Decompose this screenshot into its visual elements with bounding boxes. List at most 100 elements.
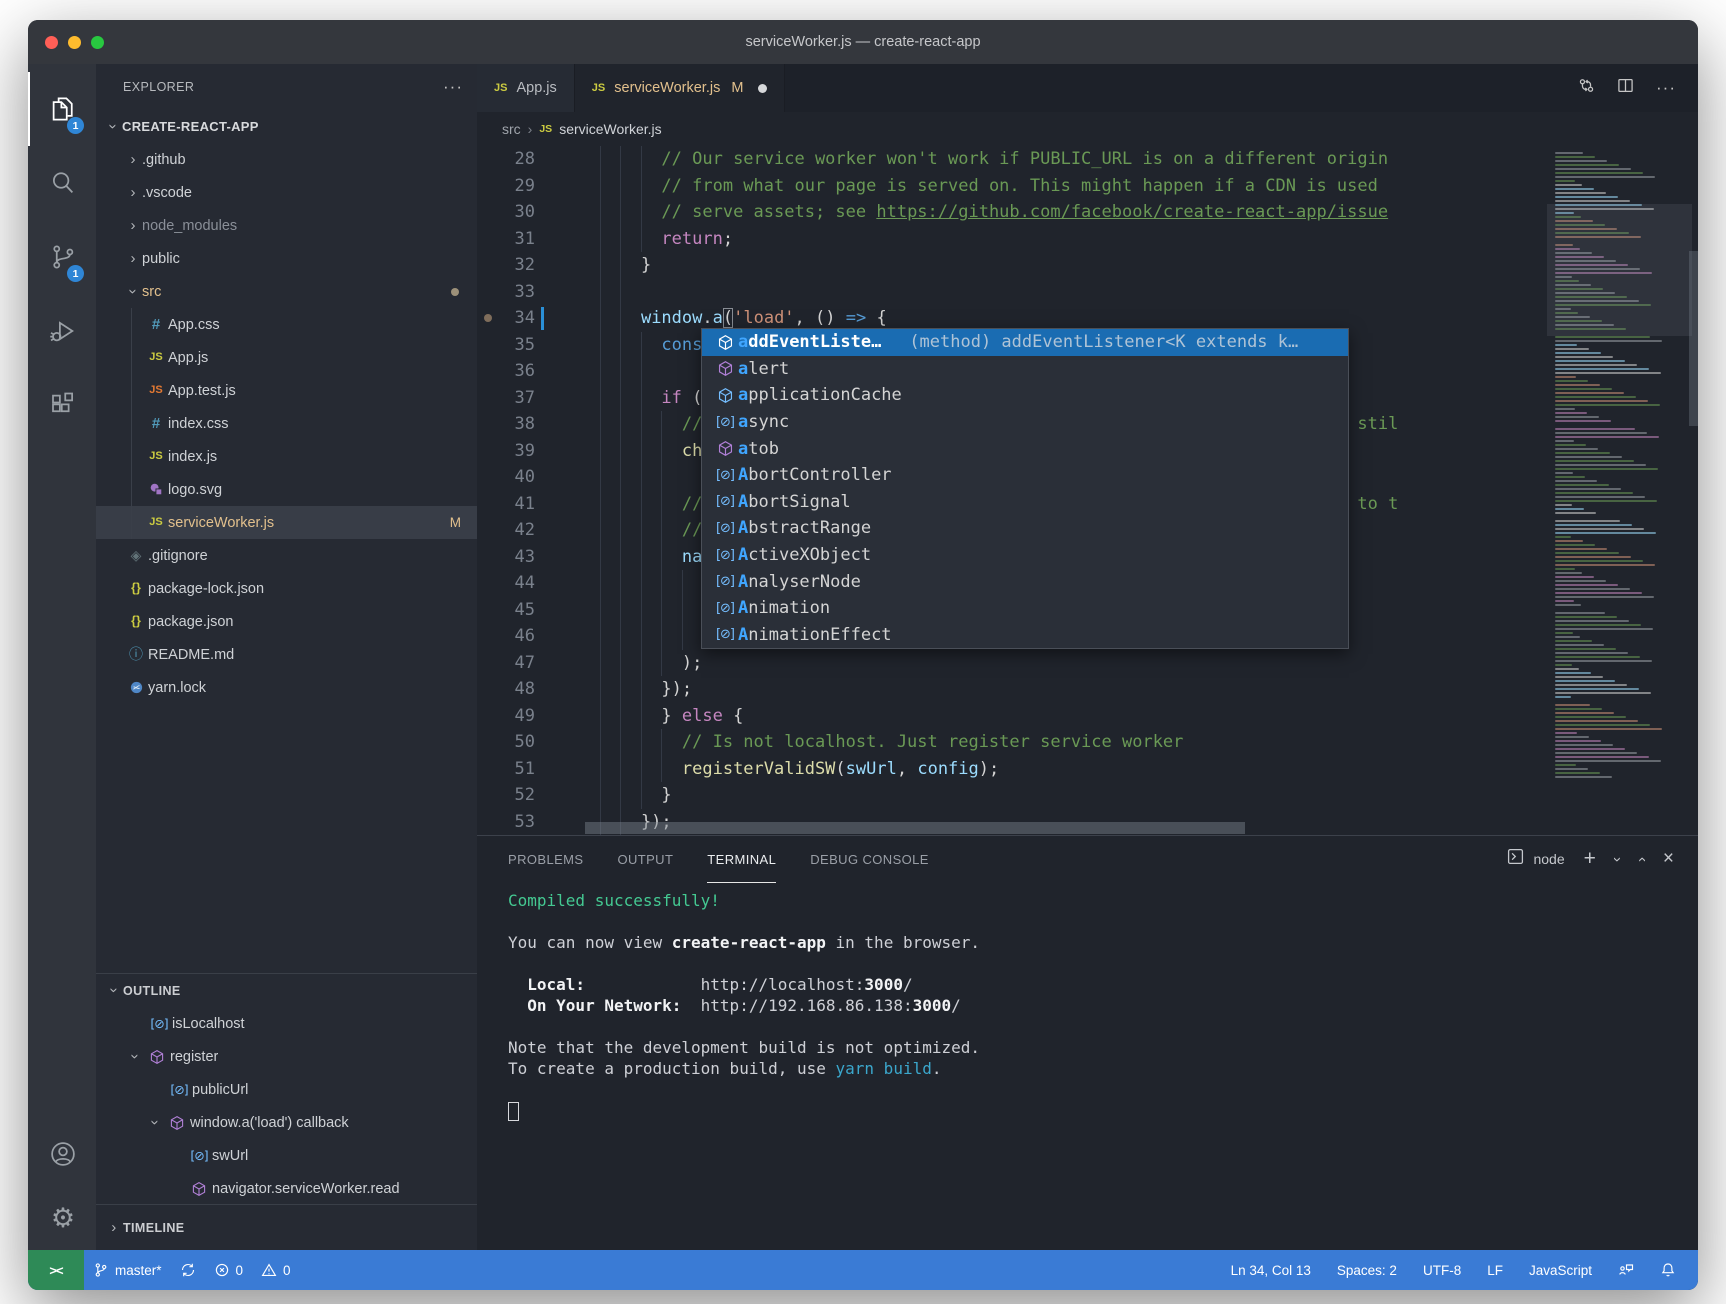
tree-item-index.css[interactable]: #index.css [96, 407, 477, 440]
autocomplete-popup[interactable]: addEventListe…(method) addEventListener<… [701, 328, 1349, 649]
css-file-icon: # [144, 317, 168, 332]
open-changes-button[interactable] [1578, 77, 1595, 99]
outline-item-navigator.serviceWorker.read[interactable]: navigator.serviceWorker.read [96, 1172, 477, 1204]
status-label: JavaScript [1529, 1263, 1592, 1278]
tree-item-public[interactable]: ›public [96, 242, 477, 275]
line-number: 33 [493, 279, 535, 306]
tree-item-index.js[interactable]: JSindex.js [96, 440, 477, 473]
outline-item-publicUrl[interactable]: [⊘]publicUrl [96, 1073, 477, 1106]
close-window-button[interactable] [45, 36, 58, 49]
activity-settings-button[interactable]: ⚙ [28, 1186, 96, 1250]
status-0-item[interactable]: 0 [205, 1250, 253, 1290]
status-0-item[interactable]: 0 [252, 1250, 300, 1290]
outline-item-register[interactable]: ›register [96, 1040, 477, 1073]
indent-guide [682, 623, 683, 650]
tab-serviceWorker.js[interactable]: JSserviceWorker.jsM [575, 64, 786, 112]
close-panel-button[interactable]: × [1663, 848, 1674, 870]
terminal-shell-name[interactable]: node [1533, 851, 1564, 867]
status-master-item[interactable]: master* [84, 1250, 171, 1290]
status-ln-34--col-13-item[interactable]: Ln 34, Col 13 [1223, 1250, 1319, 1290]
title-bar[interactable]: serviceWorker.js — create-react-app [28, 20, 1698, 64]
breadcrumb-item[interactable]: serviceWorker.js [559, 121, 661, 137]
status-lf-item[interactable]: LF [1479, 1250, 1511, 1290]
tree-item-package-lock.json[interactable]: {}package-lock.json [96, 572, 477, 605]
tree-item-src[interactable]: ›src [96, 275, 477, 308]
function-symbol-icon [186, 1181, 212, 1197]
suggestion-alert[interactable]: alert [702, 356, 1348, 383]
panel-tab-terminal[interactable]: TERMINAL [707, 836, 776, 883]
tree-item-yarn.lock[interactable]: yarn.lock [96, 671, 477, 704]
method-symbol-icon [712, 360, 738, 377]
tree-item-.gitignore[interactable]: ◈.gitignore [96, 539, 477, 572]
tree-item-serviceWorker.js[interactable]: JSserviceWorker.jsM [96, 506, 477, 539]
tree-item-App.css[interactable]: #App.css [96, 308, 477, 341]
suggestion-addEventListe-[interactable]: addEventListe…(method) addEventListener<… [702, 329, 1348, 356]
timeline-section-header[interactable]: › TIMELINE [96, 1204, 477, 1250]
outline-item-swUrl[interactable]: [⊘]swUrl [96, 1139, 477, 1172]
activity-run-debug-button[interactable] [28, 294, 96, 368]
suggestion-ActiveXObject[interactable]: [⊘]ActiveXObject [702, 542, 1348, 569]
vertical-scrollbar[interactable] [1689, 251, 1698, 426]
outline-section-header[interactable]: › OUTLINE [96, 973, 477, 1007]
suggestion-Animation[interactable]: [⊘]Animation [702, 595, 1348, 622]
minimap[interactable] [1547, 146, 1692, 835]
tree-item-logo.svg[interactable]: logo.svg [96, 473, 477, 506]
new-terminal-button[interactable]: + [1584, 847, 1596, 871]
breadcrumb[interactable]: src›JSserviceWorker.js [477, 112, 1698, 146]
tree-item-CREATE-REACT-APP[interactable]: ›CREATE-REACT-APP [96, 110, 477, 143]
yarn-file-icon [124, 680, 148, 695]
clipped-text-tail: stil [1357, 411, 1398, 438]
tree-item-App.test.js[interactable]: JSApp.test.js [96, 374, 477, 407]
status-remote-item[interactable]: >< [28, 1250, 84, 1290]
panel-tab-debug-console[interactable]: DEBUG CONSOLE [810, 836, 929, 883]
minimap-slider[interactable] [1547, 204, 1692, 336]
suggestion-AnimationEffect[interactable]: [⊘]AnimationEffect [702, 622, 1348, 649]
split-editor-button[interactable] [1617, 77, 1634, 99]
panel-tab-problems[interactable]: PROBLEMS [508, 836, 583, 883]
indent-guide [620, 597, 621, 624]
activity-extensions-button[interactable] [28, 368, 96, 442]
breadcrumb-item[interactable]: src [502, 121, 521, 137]
terminal-dropdown-icon[interactable]: › [1609, 857, 1626, 862]
suggestion-AbstractRange[interactable]: [⊘]AbstractRange [702, 515, 1348, 542]
tree-item-node_modules[interactable]: ›node_modules [96, 209, 477, 242]
zoom-window-button[interactable] [91, 36, 104, 49]
code-editor[interactable]: 28 // Our service worker won't work if P… [477, 146, 1698, 835]
activity-explorer-button[interactable]: 1 [28, 72, 96, 146]
suggestion-AbortSignal[interactable]: [⊘]AbortSignal [702, 489, 1348, 516]
code-text: registerValidSW(swUrl, config); [600, 756, 999, 783]
tree-item-package.json[interactable]: {}package.json [96, 605, 477, 638]
outline-item-label: window.a('load') callback [190, 1115, 349, 1131]
suggestion-async[interactable]: [⊘]async [702, 409, 1348, 436]
indent-guide [600, 464, 601, 491]
suggestion-applicationCache[interactable]: applicationCache [702, 382, 1348, 409]
panel-tab-output[interactable]: OUTPUT [617, 836, 673, 883]
outline-item-window.a--load---callback[interactable]: ›window.a('load') callback [96, 1106, 477, 1139]
tree-item-.github[interactable]: ›.github [96, 143, 477, 176]
more-actions-button[interactable]: ··· [1656, 78, 1676, 98]
maximize-panel-button[interactable]: › [1633, 857, 1650, 862]
suggestion-AnalyserNode[interactable]: [⊘]AnalyserNode [702, 568, 1348, 595]
activity-search-button[interactable] [28, 146, 96, 220]
tree-item-App.js[interactable]: JSApp.js [96, 341, 477, 374]
status-feedback-item[interactable] [1610, 1250, 1642, 1290]
tab-App.js[interactable]: JSApp.js [477, 64, 575, 112]
tree-item-.vscode[interactable]: ›.vscode [96, 176, 477, 209]
activity-source-control-button[interactable]: 1 [28, 220, 96, 294]
tree-item-README.md[interactable]: ⓘREADME.md [96, 638, 477, 671]
indent-guide [661, 464, 662, 491]
suggestion-AbortController[interactable]: [⊘]AbortController [702, 462, 1348, 489]
activity-account-button[interactable] [28, 1122, 96, 1186]
status-bell-item[interactable] [1652, 1250, 1684, 1290]
horizontal-scrollbar[interactable] [585, 822, 1245, 834]
status-sync-item[interactable] [171, 1250, 205, 1290]
status-spaces--2-item[interactable]: Spaces: 2 [1329, 1250, 1405, 1290]
suggestion-atob[interactable]: atob [702, 435, 1348, 462]
status-utf-8-item[interactable]: UTF-8 [1415, 1250, 1469, 1290]
outline-item-isLocalhost[interactable]: [⊘]isLocalhost [96, 1007, 477, 1040]
terminal-output[interactable]: Compiled successfully!You can now view c… [477, 882, 1698, 1250]
minimize-window-button[interactable] [68, 36, 81, 49]
explorer-more-actions-icon[interactable]: ··· [443, 77, 463, 97]
status-javascript-item[interactable]: JavaScript [1521, 1250, 1600, 1290]
explorer-sidebar: EXPLORER ··· ›CREATE-REACT-APP›.github›.… [96, 64, 477, 1250]
